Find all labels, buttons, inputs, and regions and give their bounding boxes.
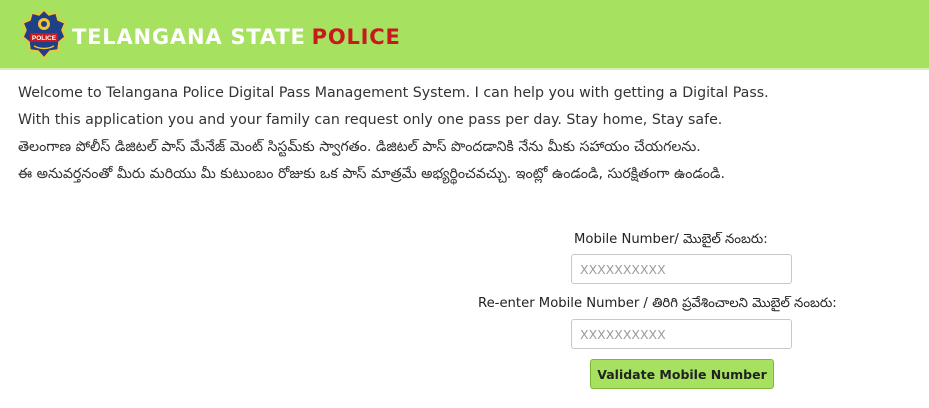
intro-line-4: ఈ అనువర్తనంతో మీరు మరియు మీ కుటుంబం రోజు… (18, 166, 725, 182)
mobile-number-label: Mobile Number/ మొబైల్ నంబరు: (574, 232, 768, 247)
logo-text: POLICE (32, 35, 57, 42)
header-bar: POLICE TELANGANA STATE POLICE (0, 0, 929, 70)
reenter-mobile-label: Re-enter Mobile Number / తిరిగి ప్రవేశిం… (478, 296, 837, 311)
intro-line-2: With this application you and your famil… (18, 112, 723, 128)
brand-state: TELANGANA STATE (72, 25, 306, 49)
intro-line-1: Welcome to Telangana Police Digital Pass… (18, 85, 769, 101)
intro-text: Welcome to Telangana Police Digital Pass… (18, 80, 918, 188)
police-badge-icon: POLICE (22, 9, 66, 59)
reenter-mobile-input[interactable] (571, 319, 792, 349)
brand-police: POLICE (311, 25, 401, 49)
intro-line-3: తెలంగాణ పోలీస్ డిజిటల్ పాస్ మేనేజ్ మెంట్… (18, 139, 701, 155)
validate-mobile-button[interactable]: Validate Mobile Number (590, 359, 774, 389)
mobile-number-input[interactable] (571, 254, 792, 284)
brand-title: TELANGANA STATE POLICE (72, 22, 401, 52)
